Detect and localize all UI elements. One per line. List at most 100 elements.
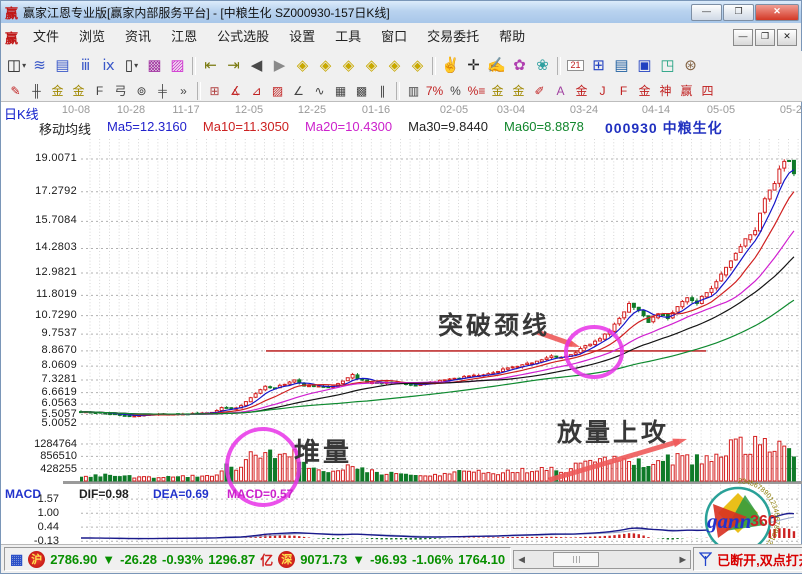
tb2-ying-angle-button[interactable]: 赢 — [676, 81, 697, 101]
tb1-notes-button[interactable]: ▤ — [610, 56, 633, 76]
f-line-icon: F — [620, 85, 627, 97]
toolbar-separator — [192, 57, 196, 75]
sz-index-change: -96.93 — [370, 552, 407, 567]
tb1-diamond-compress-v-button[interactable]: ◈ — [406, 56, 429, 76]
tb1-diamond-expand-button[interactable]: ◈ — [337, 56, 360, 76]
tb2-candle-mark-button[interactable]: ✐ — [529, 81, 550, 101]
tb2-wave-count-button[interactable]: A — [550, 81, 571, 101]
tb2-more-tools-button[interactable]: » — [173, 81, 194, 101]
gann-fan-icon: ∡ — [230, 85, 241, 97]
quote-table-icon[interactable]: ▦ — [10, 552, 23, 566]
tb1-page-next-button[interactable]: ▶ — [268, 56, 291, 76]
tb1-jump-first-button[interactable]: ⇤ — [199, 56, 222, 76]
tb1-kline-style-button[interactable]: ◫▾ — [5, 56, 28, 76]
menu-item-0[interactable]: 文件 — [23, 24, 69, 50]
mdi-restore-button[interactable]: ❐ — [755, 29, 775, 46]
tb2-f-line-button[interactable]: F — [613, 81, 634, 101]
tb2-gold-angle-button[interactable]: 金 — [634, 81, 655, 101]
tb1-pattern-tool-button[interactable]: ✿ — [508, 56, 531, 76]
tb1-color-histogram-button[interactable]: ▨ — [166, 56, 189, 76]
tb2-gann-fan-button[interactable]: ∡ — [225, 81, 246, 101]
tb2-compass-button[interactable]: ⊚ — [131, 81, 152, 101]
minimize-button[interactable]: — — [691, 4, 722, 21]
page-prev-icon: ◀ — [251, 58, 263, 73]
tb2-grid-fan-button[interactable]: ▨ — [267, 81, 288, 101]
mdi-close-button[interactable]: ✕ — [777, 29, 797, 46]
diamond-left-icon: ◈ — [297, 58, 309, 73]
tb2-si-angle-button[interactable]: 四 — [697, 81, 718, 101]
tb2-draw-brush-button[interactable]: ✎ — [5, 81, 26, 101]
tb1-overlay-band-button[interactable]: ≋ — [28, 56, 51, 76]
tb2-net-grid-button[interactable]: ▦ — [330, 81, 351, 101]
market-index-panel: ▦ 沪 2786.90 ▼ -26.28 -0.93% 1296.87 亿 深 … — [4, 547, 511, 571]
gold-price-grid-icon: 金 — [72, 85, 84, 97]
tb1-net-monitor-button[interactable]: ◳ — [656, 56, 679, 76]
tb2-zigzag-wave-button[interactable]: ∿ — [309, 81, 330, 101]
tb1-crosshair-button[interactable]: ✛ — [462, 56, 485, 76]
menu-item-4[interactable]: 公式选股 — [207, 24, 279, 50]
tb2-bow-grid-button[interactable]: 弓 — [110, 81, 131, 101]
gold-section-icon: 金 — [512, 85, 524, 97]
tb2-gold-circle-button[interactable]: 金 — [487, 81, 508, 101]
tb1-diamond-left-button[interactable]: ◈ — [291, 56, 314, 76]
tb2-percent-button[interactable]: % — [445, 81, 466, 101]
tb2-fan-box-button[interactable]: ⊿ — [246, 81, 267, 101]
tb2-gold-price-grid-button[interactable]: 金 — [68, 81, 89, 101]
tb1-page-prev-button[interactable]: ◀ — [245, 56, 268, 76]
tb2-shen-angle-button[interactable]: 神 — [655, 81, 676, 101]
tb2-gold-underline-button[interactable]: 金 — [571, 81, 592, 101]
tb2-percent-7-button[interactable]: 7% — [424, 81, 445, 101]
tb1-candle-single-button[interactable]: ▯▾ — [120, 56, 143, 76]
menu-item-2[interactable]: 资讯 — [115, 24, 161, 50]
menu-item-1[interactable]: 浏览 — [69, 24, 115, 50]
tb2-gold-section-button[interactable]: 金 — [508, 81, 529, 101]
tb1-minutes-9-button[interactable]: ⅸ — [97, 56, 120, 76]
tb2-fibonacci-grid-button[interactable]: F — [89, 81, 110, 101]
menu-item-5[interactable]: 设置 — [279, 24, 325, 50]
tb1-indicator-select-button[interactable]: ▩ — [143, 56, 166, 76]
percent-7-icon: 7% — [426, 85, 443, 97]
horizontal-scrollbar[interactable]: ◀ ▶ — [513, 550, 691, 569]
fibonacci-grid-icon: F — [96, 85, 103, 97]
title-bar[interactable]: 赢 赢家江恩专业版[赢家内部服务平台] - [中粮生化 SZ000930-157… — [1, 1, 801, 23]
tb1-jump-last-button[interactable]: ⇥ — [222, 56, 245, 76]
tb2-j-line-button[interactable]: J — [592, 81, 613, 101]
tb2-ruler-comb-button[interactable]: ╫ — [26, 81, 47, 101]
scroll-right-icon[interactable]: ▶ — [675, 555, 690, 564]
tb1-info-clipboard-button[interactable]: ▤ — [51, 56, 74, 76]
tb1-minutes-3-button[interactable]: ⅲ — [74, 56, 97, 76]
tb2-dense-grid-button[interactable]: ▩ — [351, 81, 372, 101]
tb1-calculator-button[interactable]: ⊞ — [587, 56, 610, 76]
tb1-diamond-center-button[interactable]: ◈ — [360, 56, 383, 76]
connection-panel[interactable]: 已断开,双点打开. — [693, 547, 802, 571]
tb1-save-screen-button[interactable]: ▣ — [633, 56, 656, 76]
tb2-gold-ratio-grid-button[interactable]: 金 — [47, 81, 68, 101]
menu-item-7[interactable]: 窗口 — [371, 24, 417, 50]
tb1-calendar-button[interactable]: 21 — [564, 56, 587, 76]
tb2-parallel-lines-button[interactable]: ∥ — [372, 81, 393, 101]
maximize-button[interactable]: ❐ — [723, 4, 754, 21]
menu-item-3[interactable]: 江恩 — [161, 24, 207, 50]
tb1-diamond-compress-h-button[interactable]: ◈ — [383, 56, 406, 76]
diamond-center-icon: ◈ — [366, 58, 378, 73]
tb1-hand-pan-button[interactable]: ✌ — [439, 56, 462, 76]
tb2-tick-ruler-button[interactable]: ╪ — [152, 81, 173, 101]
tb1-angle-ruler-button[interactable]: ✍ — [485, 56, 508, 76]
menu-item-9[interactable]: 帮助 — [489, 24, 535, 50]
tb1-trade-cart-button[interactable]: ⊛ — [679, 56, 702, 76]
menu-item-6[interactable]: 工具 — [325, 24, 371, 50]
tb2-percent-bars-button[interactable]: ▥ — [403, 81, 424, 101]
tb2-gann-box-button[interactable]: ⊞ — [204, 81, 225, 101]
scroll-left-icon[interactable]: ◀ — [514, 555, 529, 564]
tb1-web-tool-button[interactable]: ❀ — [531, 56, 554, 76]
tb2-percent-lines-button[interactable]: %≡ — [466, 81, 487, 101]
close-button[interactable]: ✕ — [755, 4, 799, 21]
shen-angle-icon: 神 — [659, 85, 671, 97]
menu-item-8[interactable]: 交易委托 — [417, 24, 489, 50]
tb1-diamond-right-button[interactable]: ◈ — [314, 56, 337, 76]
scrollbar-thumb[interactable] — [553, 552, 599, 567]
tb2-angle-lines-button[interactable]: ∠ — [288, 81, 309, 101]
mdi-minimize-button[interactable]: — — [733, 29, 753, 46]
sh-turnover: 1296.87 — [208, 552, 255, 567]
j-line-icon: J — [600, 85, 606, 97]
